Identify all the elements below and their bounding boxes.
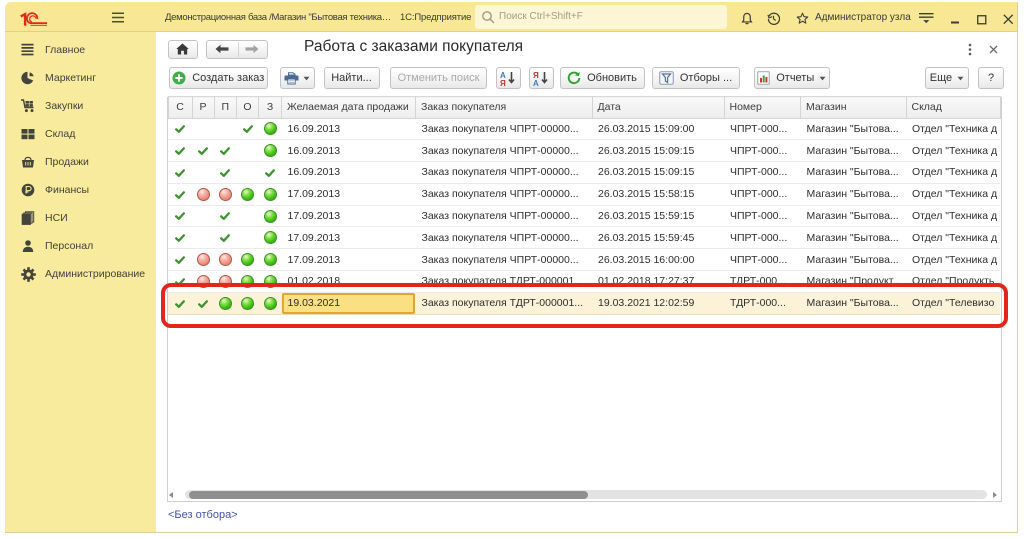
svg-text:А: А [533,79,539,86]
svg-text:Я: Я [500,79,506,86]
